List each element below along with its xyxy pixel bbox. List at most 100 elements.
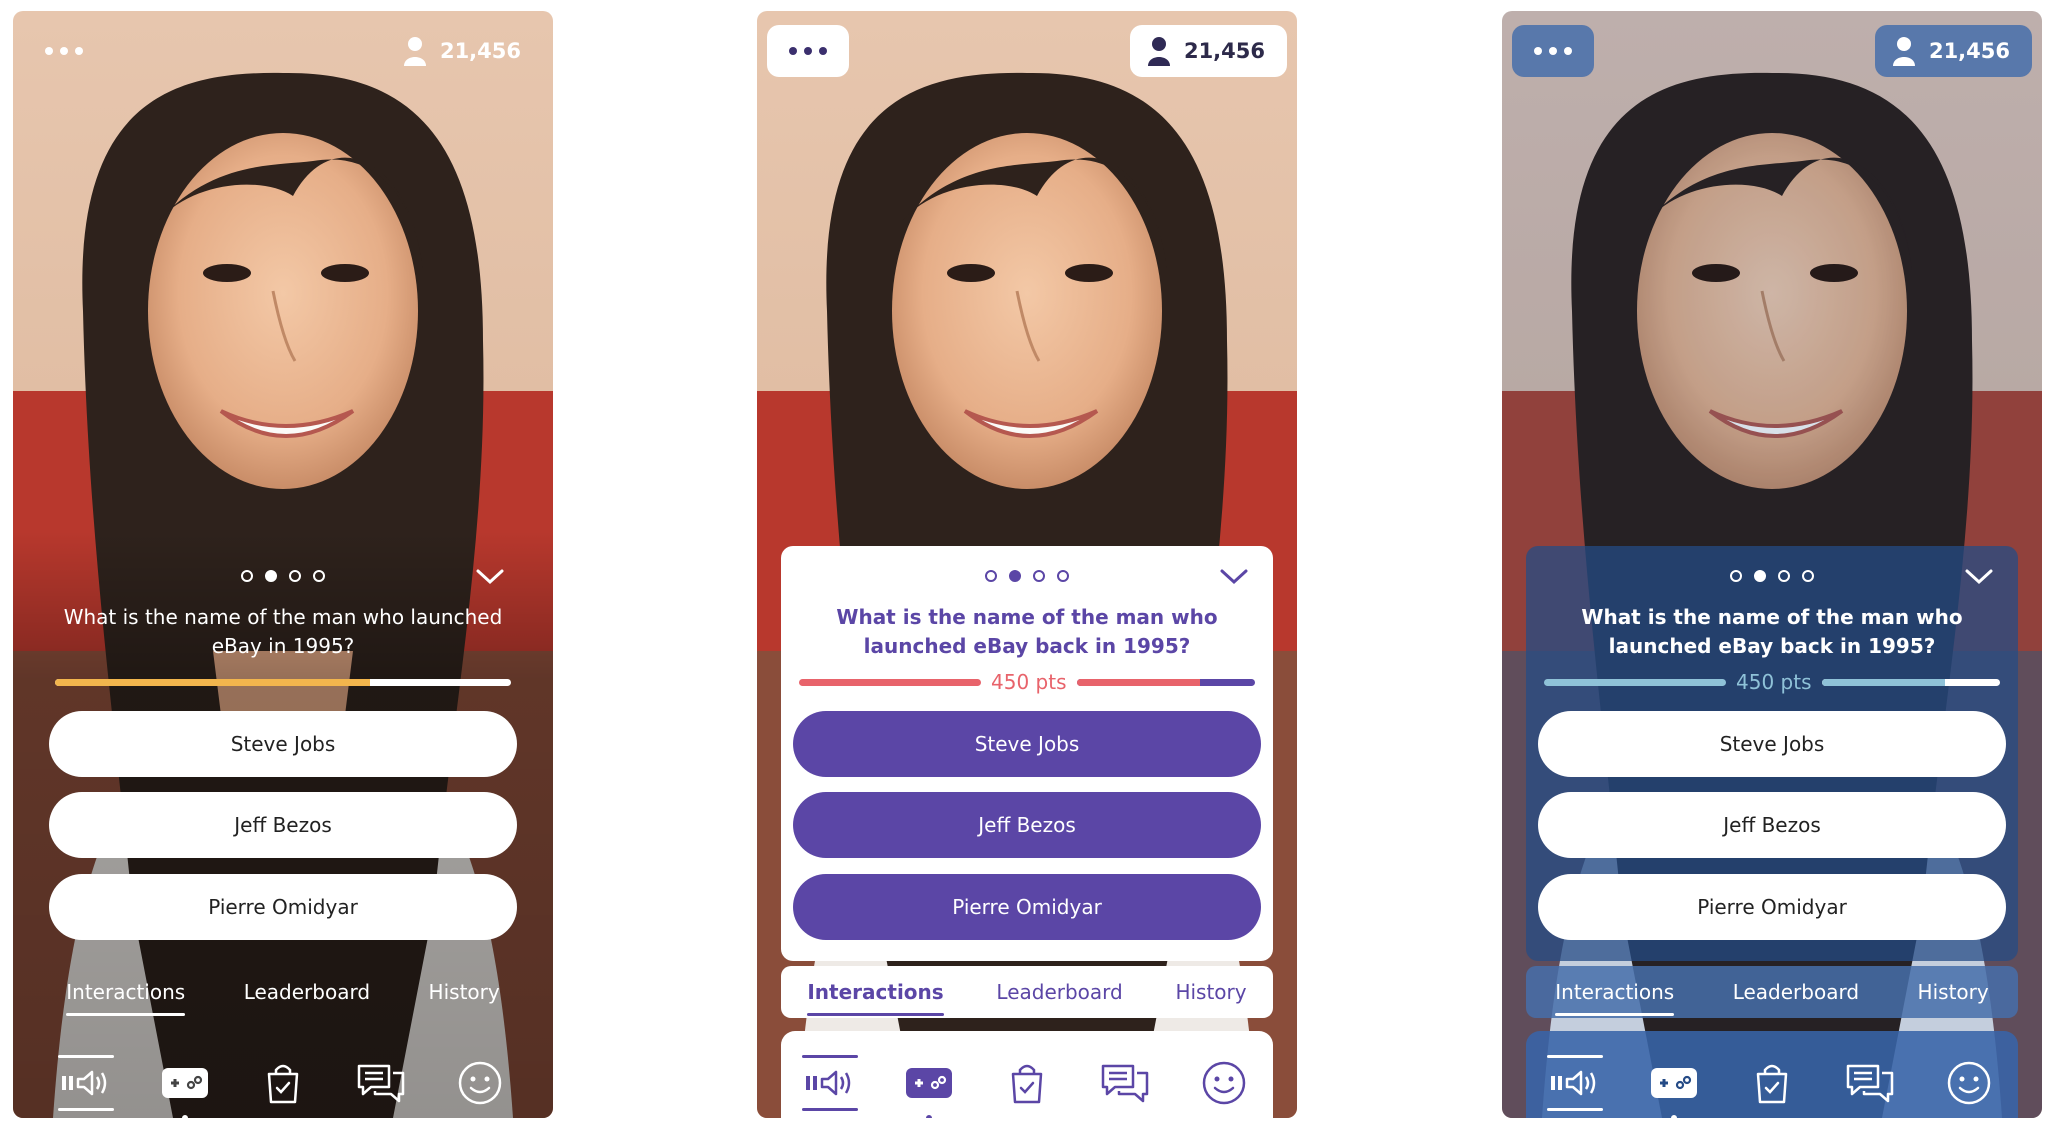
tab-history[interactable]: History xyxy=(1908,966,1999,1018)
tab-history[interactable]: History xyxy=(419,966,510,1018)
more-menu-button[interactable] xyxy=(23,25,105,77)
tab-interactions[interactable]: Interactions xyxy=(797,966,953,1018)
timer-track xyxy=(55,678,511,686)
pause-volume-icon xyxy=(1551,1070,1596,1096)
dot-icon xyxy=(1549,47,1557,55)
tab-interactions[interactable]: Interactions xyxy=(56,966,195,1018)
bottom-toolbar xyxy=(37,1031,529,1118)
answer-button[interactable]: Steve Jobs xyxy=(793,711,1261,777)
bottom-toolbar xyxy=(1526,1031,2018,1118)
games-button[interactable] xyxy=(155,1057,215,1118)
gamepad-icon xyxy=(1650,1068,1697,1098)
page-dot[interactable] xyxy=(1802,570,1814,582)
answer-button[interactable]: Steve Jobs xyxy=(49,711,517,777)
active-underline xyxy=(802,1055,859,1058)
viewer-count: 21,456 xyxy=(1928,39,2010,63)
more-menu-button[interactable] xyxy=(767,25,849,77)
points-label: 450 pts xyxy=(991,670,1067,694)
page-indicator xyxy=(1526,570,2018,582)
reactions-button[interactable] xyxy=(1194,1057,1254,1109)
answer-button[interactable]: Pierre Omidyar xyxy=(49,874,517,940)
shopping-bag-icon xyxy=(1011,1064,1043,1104)
chat-button[interactable] xyxy=(1095,1057,1155,1109)
shop-button[interactable] xyxy=(1742,1057,1802,1109)
page-dot[interactable] xyxy=(1778,570,1790,582)
chat-icon xyxy=(1102,1064,1149,1103)
answer-button[interactable]: Jeff Bezos xyxy=(793,792,1261,858)
selected-dot xyxy=(1670,1115,1677,1118)
active-underline xyxy=(58,1055,115,1058)
poll-question: What is the name of the man who launched… xyxy=(836,605,1218,658)
person-icon xyxy=(1147,36,1170,66)
chat-icon xyxy=(358,1064,405,1103)
page-dot[interactable] xyxy=(1730,570,1742,582)
tab-leaderboard[interactable]: Leaderboard xyxy=(986,966,1132,1018)
tab-bar: Interactions Leaderboard History xyxy=(1526,966,2018,1018)
timer-track-left xyxy=(799,678,981,686)
pause-volume-button[interactable] xyxy=(56,1055,116,1111)
pause-volume-icon xyxy=(62,1070,107,1096)
page-dot-active[interactable] xyxy=(265,570,277,582)
timer-fill xyxy=(1076,678,1200,686)
tab-label: Leaderboard xyxy=(996,980,1123,1004)
timer-track-right xyxy=(1076,678,1255,686)
answer-button[interactable]: Jeff Bezos xyxy=(49,792,517,858)
timer-bar: 450 pts xyxy=(799,670,1255,694)
page-dot[interactable] xyxy=(1057,570,1069,582)
page-dot-active[interactable] xyxy=(1009,570,1021,582)
viewer-count-badge: 21,456 xyxy=(386,25,543,77)
viewer-count-badge: 21,456 xyxy=(1874,25,2032,77)
shopping-bag-icon xyxy=(1756,1064,1788,1104)
shop-button[interactable] xyxy=(997,1057,1057,1109)
chevron-down-icon[interactable] xyxy=(1219,566,1249,588)
timer-fill xyxy=(1821,678,1945,686)
page-dot[interactable] xyxy=(313,570,325,582)
pause-volume-button[interactable] xyxy=(800,1055,860,1111)
games-button[interactable] xyxy=(899,1057,959,1118)
reactions-button[interactable] xyxy=(1939,1057,1999,1109)
smiley-icon xyxy=(1202,1061,1245,1105)
games-button[interactable] xyxy=(1644,1057,1704,1118)
active-underline xyxy=(802,1108,859,1111)
page-indicator xyxy=(37,570,529,582)
dot-icon xyxy=(45,47,53,55)
viewer-count: 21,456 xyxy=(439,39,521,63)
shopping-bag-icon xyxy=(267,1064,299,1104)
more-menu-button[interactable] xyxy=(1512,25,1594,77)
answer-button[interactable]: Pierre Omidyar xyxy=(793,874,1261,940)
poll-card: What is the name of the man who launched… xyxy=(781,546,1273,961)
page-dot[interactable] xyxy=(1033,570,1045,582)
tab-leaderboard[interactable]: Leaderboard xyxy=(234,966,380,1018)
tab-label: Interactions xyxy=(66,980,186,1004)
reactions-button[interactable] xyxy=(450,1057,510,1109)
tab-interactions[interactable]: Interactions xyxy=(1545,966,1684,1018)
timer-bar: 450 pts xyxy=(1544,670,2000,694)
page-dot[interactable] xyxy=(241,570,253,582)
page-dot-active[interactable] xyxy=(1754,570,1766,582)
selected-dot xyxy=(181,1115,188,1118)
chevron-down-icon[interactable] xyxy=(475,566,505,588)
page-dot[interactable] xyxy=(985,570,997,582)
answer-button[interactable]: Jeff Bezos xyxy=(1538,792,2006,858)
answer-button[interactable]: Steve Jobs xyxy=(1538,711,2006,777)
answer-button[interactable]: Pierre Omidyar xyxy=(1538,874,2006,940)
chevron-down-icon[interactable] xyxy=(1964,566,1994,588)
poll-card: What is the name of the man who launched… xyxy=(37,546,529,961)
tab-leaderboard[interactable]: Leaderboard xyxy=(1723,966,1869,1018)
gamepad-icon xyxy=(905,1068,952,1098)
tab-bar: Interactions Leaderboard History xyxy=(37,966,529,1018)
tab-history[interactable]: History xyxy=(1165,966,1256,1018)
page-dot[interactable] xyxy=(289,570,301,582)
bottom-toolbar xyxy=(781,1031,1273,1118)
phone-blue-theme: 21,456 What is the name of the man who l… xyxy=(1502,11,2042,1118)
tab-label: History xyxy=(1917,980,1989,1004)
tab-label: Leaderboard xyxy=(1732,980,1860,1004)
chat-button[interactable] xyxy=(1840,1057,1900,1109)
pause-volume-button[interactable] xyxy=(1545,1055,1605,1111)
tab-label: History xyxy=(1175,980,1247,1004)
dot-icon xyxy=(789,47,797,55)
shop-button[interactable] xyxy=(253,1057,313,1109)
chat-button[interactable] xyxy=(351,1057,411,1109)
dot-icon xyxy=(60,47,68,55)
pause-volume-icon xyxy=(806,1070,851,1096)
